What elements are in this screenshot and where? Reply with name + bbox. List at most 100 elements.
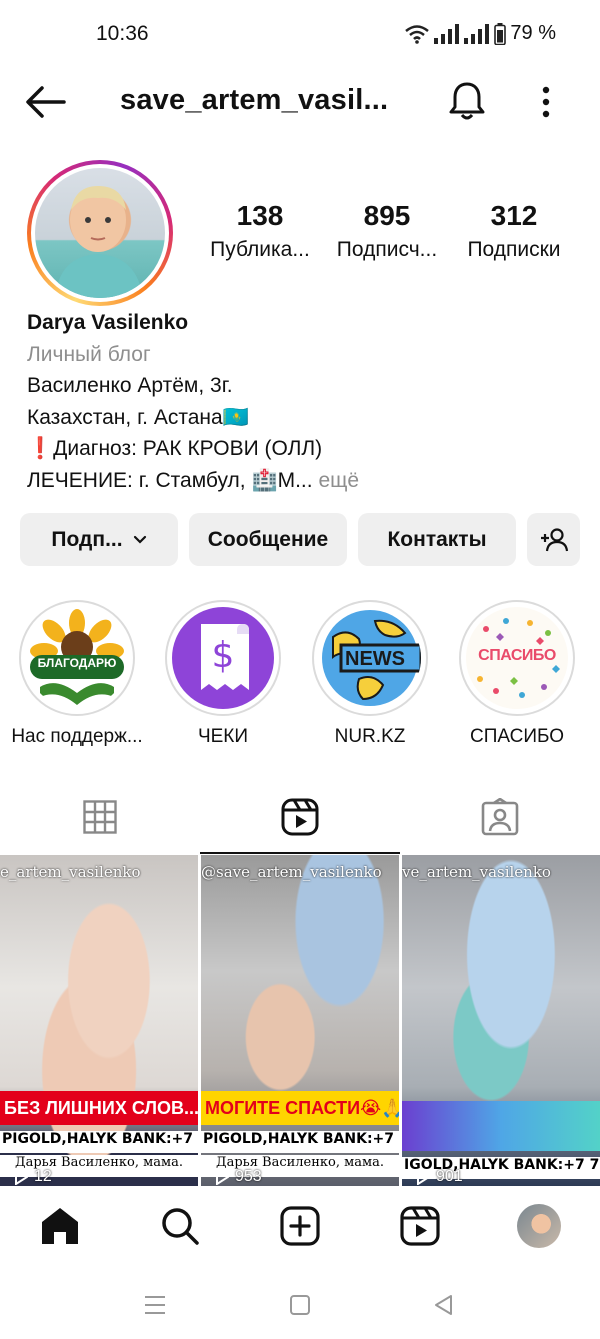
highlight-nur-kz[interactable]: NEWS NUR.KZ [295, 600, 445, 748]
avatar-photo [35, 168, 165, 298]
profile-category: Личный блог [27, 342, 151, 366]
posts-stat[interactable]: 138 Публика... [206, 200, 314, 262]
nav-reels[interactable] [398, 1204, 442, 1248]
highlight-label: NUR.KZ [334, 726, 406, 747]
reel-bank-text: PIGOLD,HALYK BANK:+7 775 545 0 [201, 1131, 399, 1153]
menu-lines-icon [145, 1296, 165, 1314]
reel-caption-banner [402, 1101, 600, 1151]
child-photo-icon [55, 186, 143, 298]
wifi-icon [405, 24, 430, 44]
posts-count: 138 [236, 200, 284, 231]
more-vertical-icon [542, 86, 550, 118]
posts-label: Публика... [210, 238, 310, 261]
signal-icon-2 [464, 23, 490, 44]
reels-icon [400, 1206, 440, 1246]
system-home-button[interactable] [285, 1290, 315, 1320]
reel-tile[interactable]: @save_artem_vasilenko МОГИТЕ СПАСТИ😭🙏 PI… [201, 855, 399, 1186]
triangle-back-icon [435, 1295, 452, 1315]
play-icon [216, 1169, 229, 1185]
receipt-icon: $ [172, 607, 274, 709]
profile-tabs [0, 780, 600, 854]
reel-watermark: e_artem_vasilenko [0, 863, 141, 881]
followers-count: 895 [363, 200, 411, 231]
more-options-button[interactable] [532, 82, 560, 122]
grid-icon [83, 800, 117, 834]
highlight-label: СПАСИБО [469, 726, 565, 747]
highlight-thanks[interactable]: БЛАГОДАРЮ Нас поддерж... [2, 600, 152, 748]
battery-icon [494, 22, 507, 45]
highlight-thank-you[interactable]: СПАСИБО СПАСИБО [442, 600, 592, 748]
following-label: Подписки [467, 238, 561, 261]
nav-search[interactable] [158, 1204, 202, 1248]
thank-you-confetti-icon: СПАСИБО [466, 607, 568, 709]
bio-line: ЛЕЧЕНИЕ: г. Стамбул, 🏥М... [27, 468, 313, 492]
signal-icon [434, 23, 460, 44]
reel-views: 12 [34, 1168, 52, 1185]
bio-line-truncated: ЛЕЧЕНИЕ: г. Стамбул, 🏥М... ещё [27, 465, 587, 497]
nav-profile[interactable] [517, 1204, 561, 1248]
reel-view-count: 12 [14, 1168, 52, 1186]
chevron-down-icon [133, 535, 146, 544]
system-recent-apps-button[interactable] [140, 1290, 170, 1320]
reel-bank-text: PIGOLD,HALYK BANK:+7 775 545 0 [0, 1131, 198, 1153]
square-icon [290, 1295, 310, 1315]
bottom-navigation [0, 1186, 600, 1270]
highlight-label: Нас поддерж... [11, 726, 143, 747]
own-avatar [517, 1204, 561, 1248]
bio-more-link[interactable]: ещё [318, 469, 359, 492]
reel-watermark: @save_artem_vasilenko [201, 863, 382, 881]
system-back-button[interactable] [428, 1290, 458, 1320]
highlight-receipts[interactable]: $ ЧЕКИ [148, 600, 298, 748]
arrow-left-icon [26, 86, 66, 118]
reel-views: 901 [436, 1168, 463, 1185]
reel-tile[interactable]: e_artem_vasilenko БЕЗ ЛИШНИХ СЛОВ.... PI… [0, 855, 198, 1186]
status-bar: 10:36 79 % [0, 0, 600, 70]
following-count: 312 [490, 200, 538, 231]
following-stat[interactable]: 312 Подписки [458, 200, 570, 262]
highlight-image-text: БЛАГОДАРЮ [37, 656, 117, 670]
highlight-image-text: $ [211, 635, 235, 676]
profile-bio: Darya Vasilenko Личный блог Василенко Ар… [27, 307, 587, 496]
globe-news-icon: NEWS [319, 607, 421, 709]
play-icon [15, 1169, 28, 1185]
reel-views: 953 [235, 1168, 262, 1185]
reel-caption-banner: МОГИТЕ СПАСТИ😭🙏 [201, 1091, 399, 1125]
bio-line: Казахстан, г. Астана🇰🇿 [27, 405, 249, 429]
profile-avatar[interactable] [27, 160, 173, 306]
reel-caption-banner: БЕЗ ЛИШНИХ СЛОВ.... [0, 1091, 198, 1125]
tab-tagged[interactable] [400, 780, 600, 854]
nav-home[interactable] [38, 1204, 82, 1248]
reel-view-count: 901 [416, 1168, 463, 1186]
nav-create[interactable] [278, 1204, 322, 1248]
following-button-label: Подп... [51, 527, 123, 551]
status-icons: 79 % [404, 22, 556, 45]
home-icon [42, 1208, 78, 1244]
contacts-button[interactable]: Контакты [358, 513, 516, 566]
bio-line: Василенко Артём, 3г. [27, 374, 233, 397]
notifications-button[interactable] [448, 80, 486, 122]
reel-watermark: ve_artem_vasilenko [402, 863, 551, 881]
reels-grid: e_artem_vasilenko БЕЗ ЛИШНИХ СЛОВ.... PI… [0, 855, 600, 1186]
followers-label: Подписч... [336, 238, 438, 261]
highlight-image-text: NEWS [345, 648, 405, 670]
suggested-users-button[interactable] [527, 513, 580, 566]
reel-tile[interactable]: ve_artem_vasilenko IGOLD,HALYK BANK:+7 7… [402, 855, 600, 1186]
add-user-icon [540, 527, 568, 551]
play-icon [417, 1169, 430, 1185]
following-dropdown-button[interactable]: Подп... [20, 513, 178, 566]
status-time: 10:36 [96, 22, 149, 45]
message-button-label: Сообщение [207, 527, 329, 551]
profile-username: save_artem_vasil... [120, 84, 389, 116]
tab-grid[interactable] [0, 780, 200, 854]
message-button[interactable]: Сообщение [189, 513, 347, 566]
tab-reels[interactable] [200, 780, 400, 854]
bio-line: ❗Диагноз: РАК КРОВИ (ОЛЛ) [27, 437, 323, 460]
back-button[interactable] [24, 84, 66, 120]
contacts-button-label: Контакты [387, 527, 487, 551]
reels-icon [281, 798, 319, 836]
highlight-image-text: СПАСИБО [478, 647, 556, 664]
highlight-label: ЧЕКИ [197, 726, 249, 747]
reel-view-count: 953 [215, 1168, 262, 1186]
profile-full-name: Darya Vasilenko [27, 311, 189, 334]
followers-stat[interactable]: 895 Подписч... [330, 200, 444, 262]
